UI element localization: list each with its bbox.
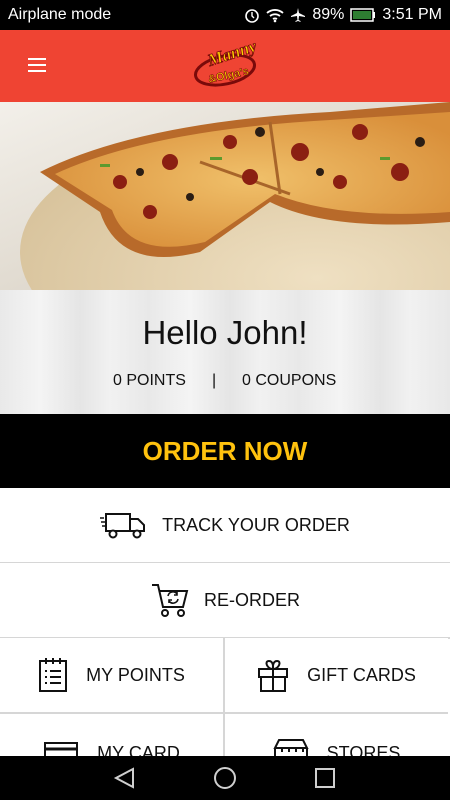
coupons-count: 0 COUPONS (242, 372, 337, 389)
reorder-label: RE-ORDER (203, 589, 300, 610)
cart-reorder-icon (150, 581, 190, 619)
back-icon[interactable] (113, 767, 134, 789)
battery-percent: 89% (312, 6, 345, 23)
points-list-icon (38, 657, 68, 693)
greeting-panel: Hello John! 0 POINTS | 0 COUPONS (0, 290, 450, 414)
system-nav-bar (0, 756, 450, 800)
hero-pizza-image (0, 102, 450, 290)
order-now-button[interactable]: ORDER NOW (0, 414, 450, 488)
menu-icon[interactable] (28, 58, 46, 74)
my-points-label: MY POINTS (86, 664, 185, 685)
battery-icon (350, 8, 376, 22)
grid-divider (223, 638, 225, 756)
points-count: 0 POINTS (113, 372, 186, 389)
track-order-button[interactable]: TRACK YOUR ORDER (0, 488, 450, 564)
airplane-icon (290, 7, 306, 23)
svg-text:Manny: Manny (204, 40, 258, 70)
gift-cards-button[interactable]: GIFT CARDS (225, 638, 448, 714)
track-order-label: TRACK YOUR ORDER (162, 514, 350, 535)
home-icon[interactable] (214, 767, 236, 789)
brand-logo: Manny &Olga's (192, 40, 258, 92)
recents-icon[interactable] (315, 768, 335, 788)
reorder-button[interactable]: RE-ORDER (0, 563, 450, 639)
gift-icon (257, 657, 289, 693)
status-bar: Airplane mode 89% 3:51 PM (0, 0, 450, 30)
my-points-button[interactable]: MY POINTS (0, 638, 223, 714)
alarm-icon (244, 7, 260, 23)
app-bar: Manny &Olga's (0, 30, 450, 102)
greeting-text: Hello John! (142, 314, 308, 351)
delivery-truck-icon (100, 510, 148, 540)
clock-time: 3:51 PM (382, 6, 442, 23)
airplane-mode-label: Airplane mode (8, 6, 112, 23)
gift-cards-label: GIFT CARDS (307, 664, 416, 685)
wifi-icon (266, 7, 284, 23)
stats-separator: | (212, 372, 217, 389)
